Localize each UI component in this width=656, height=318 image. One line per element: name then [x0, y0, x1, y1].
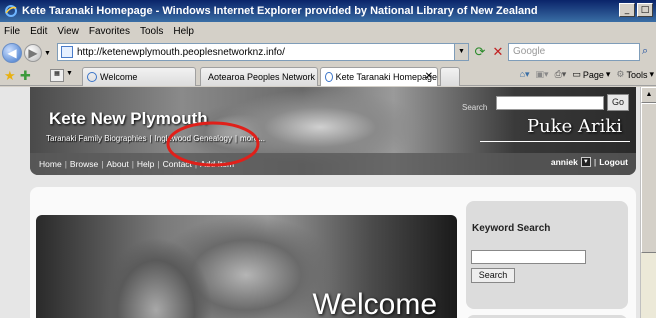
feeds-icon[interactable]: ▣▾	[536, 69, 549, 80]
close-tab-icon[interactable]: ✕	[425, 71, 433, 82]
puke-ariki-logo[interactable]: Puke Ariki	[527, 116, 622, 137]
hero-image: Welcome	[36, 215, 457, 318]
tools-menu-label: Tools	[626, 69, 648, 80]
basket-link-family-biographies[interactable]: Taranaki Family Biographies	[46, 134, 147, 143]
search-input[interactable]: Google	[508, 43, 640, 61]
logout-link[interactable]: Logout	[599, 157, 628, 167]
tab-label: Welcome	[100, 72, 138, 82]
title-bar: Kete Taranaki Homepage - Windows Interne…	[0, 0, 656, 22]
nav-help[interactable]: Help	[135, 159, 156, 169]
browser-content: Kete New Plymouth Taranaki Family Biogra…	[0, 87, 656, 318]
keyword-search-box: Keyword Search Search	[466, 201, 628, 309]
menu-help[interactable]: Help	[173, 26, 194, 37]
scrollbar-thumb[interactable]	[641, 103, 656, 253]
menu-file[interactable]: File	[4, 26, 20, 37]
print-icon[interactable]: ⎙▾	[555, 69, 567, 80]
address-bar: ◀ ▶ ▼ http://ketenewplymouth.peoplesnetw…	[0, 40, 656, 66]
refresh-icon[interactable]: ⟳	[472, 45, 488, 61]
minimize-button[interactable]: _	[619, 3, 635, 17]
nav-separator: |	[593, 157, 597, 167]
menu-tools[interactable]: Tools	[140, 26, 163, 37]
tab-label: Aotearoa Peoples Network K...	[208, 72, 317, 82]
tools-menu[interactable]: ⚙ Tools ▾	[616, 69, 654, 80]
page-menu[interactable]: ▭ Page ▾	[572, 69, 610, 80]
ie-page-icon	[87, 72, 97, 82]
ie-page-icon	[325, 72, 333, 82]
url-dropdown-icon[interactable]: ▼	[454, 44, 468, 60]
keyword-search-input[interactable]	[471, 250, 586, 264]
red-annotation-ellipse	[166, 121, 260, 167]
history-dropdown-icon[interactable]: ▼	[44, 50, 52, 57]
menu-edit[interactable]: Edit	[30, 26, 47, 37]
site-search-label: Search	[462, 103, 488, 112]
tab-kete-taranaki[interactable]: Kete Taranaki Homepage ✕	[320, 67, 438, 86]
site-nav-bar: Home | Browse | About | Help | Contact | Add …	[30, 153, 636, 175]
back-button[interactable]: ◀	[2, 43, 22, 63]
forward-button[interactable]: ▶	[24, 44, 42, 62]
tab-list-dropdown-icon[interactable]: ▼	[66, 70, 73, 77]
quick-tabs-icon[interactable]: ▦	[50, 69, 64, 82]
tab-aotearoa[interactable]: Aotearoa Peoples Network K...	[200, 67, 318, 86]
nav-home[interactable]: Home	[37, 159, 64, 169]
command-bar: ⌂▾ ▣▾ ⎙▾ ▭ Page ▾ ⚙ Tools ▾	[520, 69, 654, 80]
keyword-search-button[interactable]: Search	[471, 268, 515, 283]
logo-underline	[480, 141, 630, 142]
gear-icon: ⚙	[616, 69, 625, 79]
new-tab-button[interactable]	[440, 67, 460, 86]
vertical-scrollbar[interactable]: ▲	[640, 87, 656, 318]
site-go-button[interactable]: Go	[607, 94, 629, 111]
page-menu-label: Page	[582, 69, 604, 80]
search-icon[interactable]: ⌕	[642, 45, 656, 59]
internet-explorer-icon	[5, 5, 17, 17]
user-area: anniek ▼ | Logout	[551, 157, 628, 167]
url-text: http://ketenewplymouth.peoplesnetworknz.…	[77, 46, 285, 58]
hero-welcome-text: Welcome	[312, 288, 437, 318]
maximize-button[interactable]: □	[637, 3, 653, 17]
stop-icon[interactable]: ✕	[490, 45, 506, 61]
menu-bar: File Edit View Favorites Tools Help	[0, 22, 656, 40]
menu-view[interactable]: View	[57, 26, 79, 37]
add-favorite-icon[interactable]: ✚	[20, 68, 31, 84]
favorites-star-icon[interactable]: ★	[4, 68, 16, 84]
tab-row: ★ ✚ ▦ ▼ Welcome Aotearoa Peoples Network…	[0, 66, 656, 86]
tab-welcome[interactable]: Welcome	[82, 67, 196, 86]
site-search-input[interactable]	[496, 96, 604, 110]
basket-separator: |	[149, 134, 152, 143]
window-title: Kete Taranaki Homepage - Windows Interne…	[22, 5, 538, 17]
username-link[interactable]: anniek	[551, 157, 578, 167]
keyword-search-title: Keyword Search	[472, 223, 551, 234]
menu-favorites[interactable]: Favorites	[89, 26, 130, 37]
nav-browse[interactable]: Browse	[68, 159, 100, 169]
page-icon: ▭	[572, 69, 581, 79]
user-dropdown-icon[interactable]: ▼	[580, 157, 591, 167]
scroll-up-icon[interactable]: ▲	[641, 87, 656, 103]
url-input[interactable]: http://ketenewplymouth.peoplesnetworknz.…	[57, 43, 469, 61]
tab-label: Kete Taranaki Homepage	[335, 72, 437, 82]
home-icon[interactable]: ⌂▾	[520, 69, 530, 80]
page-icon	[61, 46, 73, 58]
nav-about[interactable]: About	[104, 159, 130, 169]
web-page: Kete New Plymouth Taranaki Family Biogra…	[0, 87, 640, 318]
